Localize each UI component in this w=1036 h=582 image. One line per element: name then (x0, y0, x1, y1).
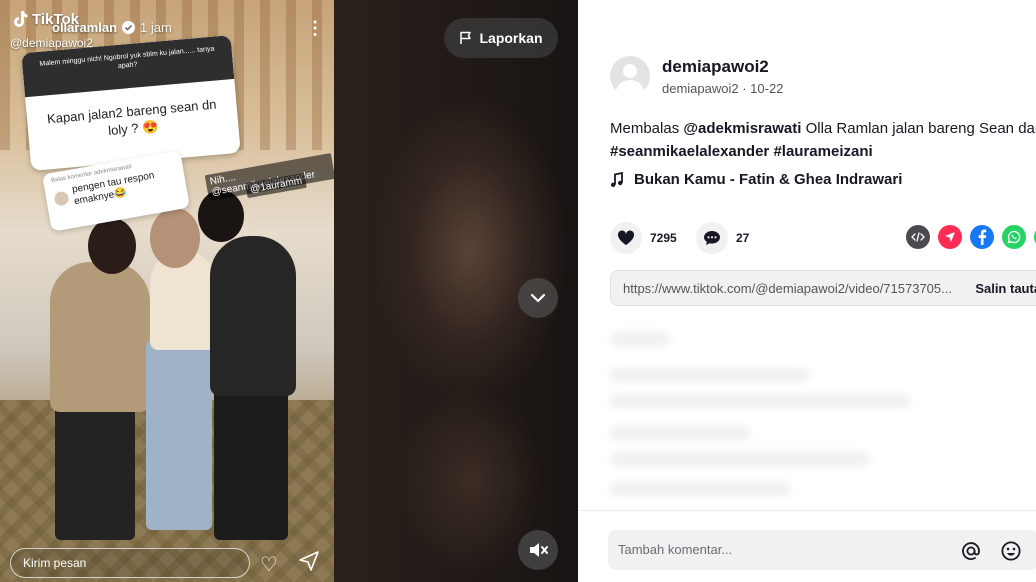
verified-icon (122, 21, 136, 34)
comment-bubble-icon (704, 231, 720, 245)
flag-icon (460, 31, 472, 44)
facebook-icon (978, 229, 987, 245)
music-note-icon (611, 171, 623, 187)
share-buttons (906, 225, 1036, 249)
music-link[interactable]: Bukan Kamu - Fatin & Ghea Indrawari (610, 171, 902, 188)
whatsapp-share-button[interactable] (1002, 225, 1026, 249)
chevron-down-icon (530, 293, 546, 303)
heart-outline-icon: ♡ (260, 554, 278, 576)
mute-icon (530, 543, 548, 557)
reply-avatar (53, 190, 70, 207)
mute-button[interactable] (518, 530, 558, 570)
tiktok-logo-icon (14, 11, 28, 27)
author-username[interactable]: demiapawoi2 (662, 57, 769, 77)
whatsapp-icon (1007, 230, 1021, 244)
story-user: ollaramlan 1 jam (52, 20, 172, 35)
report-label: Laporkan (479, 30, 543, 46)
story-time: 1 jam (140, 20, 172, 35)
comment-button[interactable] (696, 222, 728, 254)
person-left-head (88, 218, 136, 274)
embed-button[interactable] (906, 225, 930, 249)
person-right (210, 236, 296, 396)
caption-prefix: Membalas (610, 120, 680, 137)
report-button[interactable]: Laporkan (444, 18, 558, 58)
comments-list-loading (602, 322, 1036, 502)
tiktok-video-page: TikTok @demiapawoi2 ollaramlan 1 jam ⋮ M… (0, 0, 1036, 582)
copy-link-button[interactable]: Salin tautan (965, 281, 1036, 296)
comment-footer: Tambah komentar... (578, 510, 1036, 582)
video-player[interactable]: TikTok @demiapawoi2 ollaramlan 1 jam ⋮ M… (0, 0, 578, 582)
person-left-legs (55, 400, 135, 540)
paper-plane-icon (945, 232, 955, 242)
copy-link-box: https://www.tiktok.com/@demiapawoi2/vide… (610, 270, 1036, 306)
video-details-panel: demiapawoi2 demiapawoi2 · 10-22 Membalas… (578, 0, 1036, 582)
caption-text: Olla Ramlan jalan bareng Sean dan Lo (805, 120, 1036, 137)
heart-icon (617, 230, 635, 245)
like-count: 7295 (650, 231, 677, 245)
person-middle-head (150, 208, 200, 268)
like-button[interactable] (610, 222, 642, 254)
person-middle-legs (146, 340, 212, 530)
caption-hashtags[interactable]: #seanmikaelalexander #laurameizani (610, 143, 873, 160)
person-left (50, 262, 150, 412)
video-caption: Membalas @adekmisrawati Olla Ramlan jala… (610, 118, 1036, 163)
video-link-url[interactable]: https://www.tiktok.com/@demiapawoi2/vide… (611, 281, 965, 296)
music-title: Bukan Kamu - Fatin & Ghea Indrawari (634, 171, 903, 188)
question-sticker: Malem minggu nich! Ngobrol yuk sblm ku j… (21, 35, 241, 171)
mention-at-icon[interactable] (960, 540, 982, 562)
next-video-button[interactable] (518, 278, 558, 318)
comment-count: 27 (736, 231, 750, 245)
author-subline: demiapawoi2 · 10-22 (662, 81, 784, 96)
like-action[interactable]: 7295 (610, 222, 677, 254)
emoji-icon[interactable] (1000, 540, 1022, 562)
send-icon (298, 550, 320, 577)
more-options-icon: ⋮ (306, 18, 324, 38)
facebook-share-button[interactable] (970, 225, 994, 249)
video-frame[interactable]: TikTok @demiapawoi2 ollaramlan 1 jam ⋮ M… (0, 0, 334, 582)
send-message-field: Kirim pesan (10, 548, 250, 578)
embed-code-icon (911, 232, 925, 242)
person-right-legs (214, 380, 288, 540)
avatar[interactable] (610, 56, 650, 96)
send-to-friends-button[interactable] (938, 225, 962, 249)
story-username: ollaramlan (52, 20, 118, 35)
caption-mention-link[interactable]: @adekmisrawati (683, 120, 801, 137)
comment-action[interactable]: 27 (696, 222, 749, 254)
